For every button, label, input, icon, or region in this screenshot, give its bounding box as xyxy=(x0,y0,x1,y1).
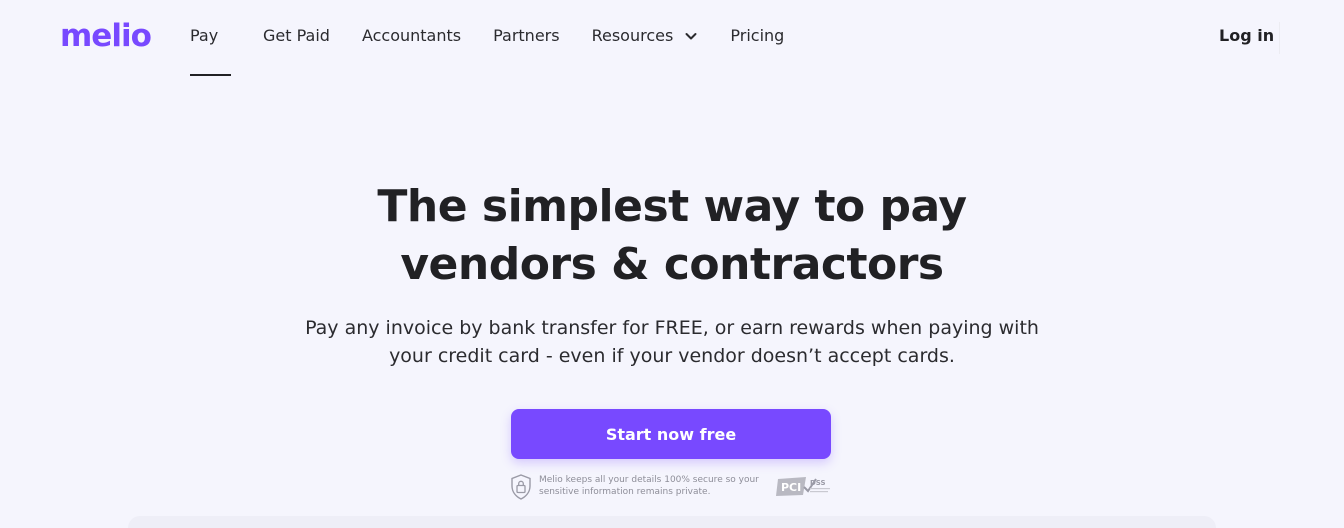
content-card-edge xyxy=(128,516,1216,528)
nav-item-pay[interactable]: Pay xyxy=(190,0,231,76)
pci-badge-text: PCI xyxy=(781,481,801,494)
security-text-line2: sensitive information remains private. xyxy=(539,487,711,497)
hero-title-line2: vendors & contractors xyxy=(400,239,944,290)
security-note: Melio keeps all your details 100% secure… xyxy=(510,472,840,502)
hero-subtitle-line2: your credit card - even if your vendor d… xyxy=(389,345,955,367)
nav-item-pricing[interactable]: Pricing xyxy=(730,0,784,76)
nav-item-get-paid[interactable]: Get Paid xyxy=(263,0,330,76)
chevron-down-icon xyxy=(685,33,697,40)
header-divider xyxy=(1279,22,1280,54)
nav-item-resources[interactable]: Resources xyxy=(592,0,699,76)
pci-dss-icon: PCI DSS xyxy=(776,477,830,496)
hero-subtitle: Pay any invoice by bank transfer for FRE… xyxy=(272,314,1072,370)
login-link[interactable]: Log in xyxy=(1219,26,1274,46)
hero-subtitle-line1: Pay any invoice by bank transfer for FRE… xyxy=(305,317,1039,339)
nav-item-accountants[interactable]: Accountants xyxy=(362,0,461,76)
security-text-line1: Melio keeps all your details 100% secure… xyxy=(539,475,759,485)
hero-title: The simplest way to pay vendors & contra… xyxy=(272,178,1072,294)
nav-item-resources-label: Resources xyxy=(591,26,674,45)
security-text: Melio keeps all your details 100% secure… xyxy=(539,474,769,498)
nav-item-partners[interactable]: Partners xyxy=(493,0,559,76)
hero-title-line1: The simplest way to pay xyxy=(377,181,967,232)
main-nav: Pay Get Paid Accountants Partners Resour… xyxy=(190,0,816,76)
start-now-free-button[interactable]: Start now free xyxy=(511,409,831,459)
site-header: melio Pay Get Paid Accountants Partners … xyxy=(0,0,1344,76)
melio-logo[interactable]: melio xyxy=(60,18,152,54)
page: melio Pay Get Paid Accountants Partners … xyxy=(0,0,1344,528)
lock-shield-icon xyxy=(511,474,531,500)
dss-badge-text: DSS xyxy=(810,479,826,487)
